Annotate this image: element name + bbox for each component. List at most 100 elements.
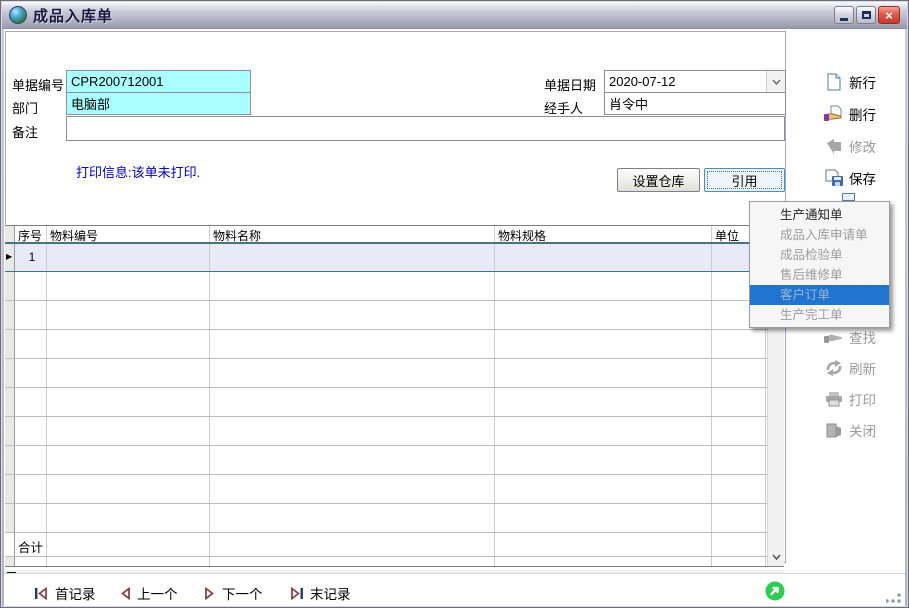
cell-name[interactable] <box>210 417 495 445</box>
print-button[interactable]: 打印 <box>824 388 876 410</box>
cell-seq[interactable] <box>15 359 47 387</box>
cell-code[interactable] <box>47 359 210 387</box>
refresh-button[interactable]: 刷新 <box>824 357 876 379</box>
grid-header-name[interactable]: 物料名称 <box>210 226 495 242</box>
delete-row-button[interactable]: 删行 <box>824 103 876 125</box>
cell-name[interactable] <box>210 359 495 387</box>
cell-spec[interactable] <box>495 330 712 358</box>
row-indicator[interactable] <box>5 417 15 445</box>
menu-item-0[interactable]: 生产通知单 <box>750 205 889 225</box>
cell-unit[interactable] <box>712 330 766 358</box>
cell-code[interactable] <box>47 301 210 329</box>
cell-seq[interactable] <box>15 475 47 503</box>
cell-code[interactable] <box>47 330 210 358</box>
date-dropdown-button[interactable] <box>766 71 785 92</box>
cell-spec[interactable] <box>495 446 712 474</box>
doc-no-field[interactable] <box>66 70 251 93</box>
modify-label: 修改 <box>849 136 876 156</box>
row-indicator[interactable] <box>5 388 15 416</box>
cell-spec[interactable] <box>495 417 712 445</box>
row-indicator[interactable] <box>5 244 15 271</box>
handler-field[interactable] <box>604 92 786 115</box>
cell-seq[interactable] <box>15 272 47 300</box>
menu-item-1[interactable]: 成品入库申请单 <box>750 225 889 245</box>
cell-seq[interactable]: 1 <box>15 244 47 271</box>
maximize-button[interactable] <box>856 6 876 24</box>
cell-name[interactable] <box>210 244 495 271</box>
cell-spec[interactable] <box>495 388 712 416</box>
menu-item-4[interactable]: 客户订单 <box>750 285 889 305</box>
cell-name[interactable] <box>210 475 495 503</box>
cell-code[interactable] <box>47 244 210 271</box>
remark-field[interactable] <box>66 116 785 141</box>
grid-header-code[interactable]: 物料编号 <box>47 226 210 242</box>
menu-item-2[interactable]: 成品检验单 <box>750 245 889 265</box>
cell-name[interactable] <box>210 330 495 358</box>
row-indicator[interactable] <box>5 272 15 300</box>
close-form-button[interactable]: 关闭 <box>824 419 876 441</box>
new-row-button[interactable]: 新行 <box>824 71 876 93</box>
cell-unit[interactable] <box>712 388 766 416</box>
row-indicator[interactable] <box>5 475 15 503</box>
grid-header-spec[interactable]: 物料规格 <box>495 226 712 242</box>
cell-unit[interactable] <box>712 475 766 503</box>
scroll-down-icon[interactable] <box>768 550 784 564</box>
cell-code[interactable] <box>47 272 210 300</box>
row-indicator[interactable] <box>5 446 15 474</box>
cell-unit[interactable] <box>712 417 766 445</box>
delete-row-label: 删行 <box>849 104 876 124</box>
cell-seq[interactable] <box>15 417 47 445</box>
cell-spec[interactable] <box>495 244 712 271</box>
cell-code[interactable] <box>47 475 210 503</box>
set-warehouse-button[interactable]: 设置仓库 <box>617 168 700 192</box>
cell-unit[interactable] <box>712 359 766 387</box>
save-button[interactable]: 保存 <box>824 167 876 189</box>
find-button[interactable]: 查找 <box>824 326 876 348</box>
row-indicator[interactable] <box>5 330 15 358</box>
cell-name[interactable] <box>210 301 495 329</box>
cell-code[interactable] <box>47 417 210 445</box>
cell-seq[interactable] <box>15 446 47 474</box>
first-record-button[interactable]: 首记录 <box>34 583 96 603</box>
cell-spec[interactable] <box>495 301 712 329</box>
grid-header-seq[interactable]: 序号 <box>15 226 47 242</box>
minimize-button[interactable] <box>834 6 854 24</box>
cell-spec[interactable] <box>495 475 712 503</box>
date-combobox[interactable]: 2020-07-12 <box>604 70 786 93</box>
grid-row <box>5 557 784 567</box>
cell-code[interactable] <box>47 388 210 416</box>
resize-grip[interactable] <box>886 590 902 604</box>
cell-name[interactable] <box>210 446 495 474</box>
cell-code[interactable] <box>47 504 210 532</box>
cell-unit[interactable] <box>712 504 766 532</box>
last-record-button[interactable]: 末记录 <box>289 583 351 603</box>
menu-item-3[interactable]: 售后维修单 <box>750 265 889 285</box>
cell-spec[interactable] <box>495 359 712 387</box>
menu-item-5[interactable]: 生产完工单 <box>750 305 889 325</box>
cell-spec[interactable] <box>495 504 712 532</box>
dept-field[interactable] <box>66 92 251 115</box>
cell-seq[interactable] <box>15 504 47 532</box>
cell-spec[interactable] <box>495 272 712 300</box>
modify-button[interactable]: 修改 <box>824 135 876 157</box>
cell-seq[interactable] <box>15 301 47 329</box>
row-indicator[interactable] <box>5 504 15 532</box>
cell-name[interactable] <box>210 504 495 532</box>
green-status-button[interactable] <box>764 580 786 607</box>
cell-seq[interactable] <box>15 388 47 416</box>
cell-unit[interactable] <box>712 446 766 474</box>
bottom-bar: 首记录 上一个 下一个 末记录 <box>4 573 905 606</box>
row-indicator[interactable] <box>5 301 15 329</box>
cell-name[interactable] <box>210 272 495 300</box>
title-bar[interactable]: 成品入库单 × <box>2 2 907 29</box>
next-record-button[interactable]: 下一个 <box>204 583 263 603</box>
cell-seq[interactable] <box>15 330 47 358</box>
close-form-label: 关闭 <box>849 420 876 440</box>
cell-code[interactable] <box>47 446 210 474</box>
cell-name[interactable] <box>210 388 495 416</box>
row-indicator[interactable] <box>5 359 15 387</box>
refresh-icon <box>824 359 844 378</box>
previous-record-button[interactable]: 上一个 <box>119 583 178 603</box>
reference-button[interactable]: 引用 <box>704 168 785 192</box>
close-button[interactable]: × <box>878 6 900 24</box>
